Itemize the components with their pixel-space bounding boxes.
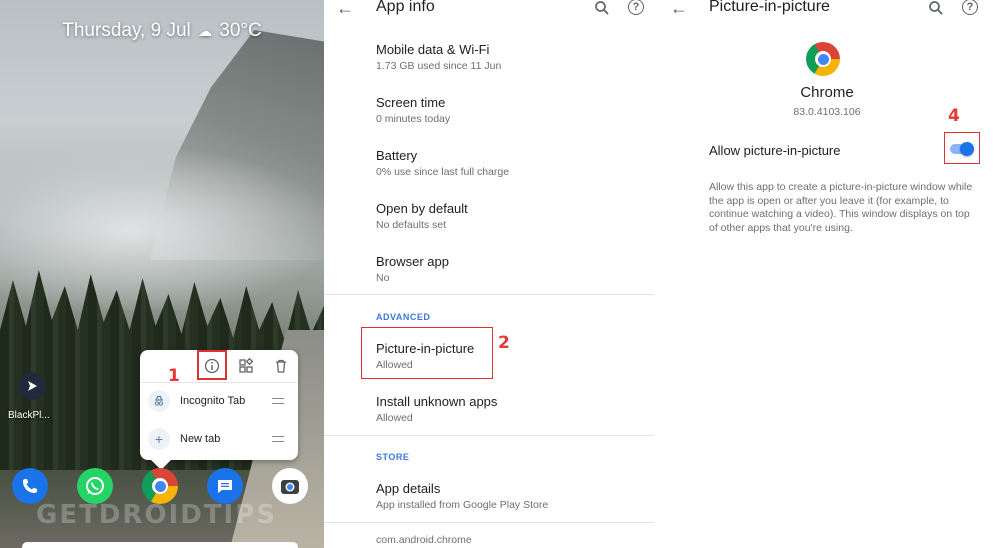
item-title: Battery	[376, 148, 418, 163]
help-icon[interactable]: ?	[628, 0, 644, 15]
search-icon[interactable]	[928, 0, 944, 16]
pip-toolbar: ← Picture-in-picture ?	[654, 0, 1000, 26]
settings-item-app-details[interactable]: App details App installed from Google Pl…	[376, 481, 548, 511]
step-number-2: 2	[498, 333, 510, 353]
item-title: Mobile data & Wi-Fi	[376, 42, 490, 57]
search-bar-edge[interactable]	[22, 542, 298, 548]
item-subtitle: 1.73 GB used since 11 Jun	[376, 60, 502, 72]
watermark: GETDROIDTIPS	[36, 500, 277, 530]
home-screen-panel: Thursday, 9 Jul ☁ 30°C BlackPl... Incogn…	[0, 0, 324, 548]
settings-item-browser-app[interactable]: Browser app No	[376, 254, 449, 284]
item-subtitle: App installed from Google Play Store	[376, 499, 549, 511]
highlight-box-1	[197, 350, 227, 380]
cloud-icon: ☁	[198, 23, 213, 39]
item-title: Open by default	[376, 201, 468, 216]
app-name: Chrome	[800, 84, 854, 101]
section-divider	[324, 294, 654, 295]
section-divider	[324, 435, 654, 436]
popup-toolbar	[140, 350, 298, 382]
item-subtitle: 0 minutes today	[376, 113, 451, 125]
item-title: Browser app	[376, 254, 449, 269]
shortcut-label: Incognito Tab	[180, 395, 246, 407]
app-info-toolbar: ← App info ?	[324, 0, 654, 26]
item-subtitle: Allowed	[376, 412, 413, 424]
settings-item-mobile-data[interactable]: Mobile data & Wi-Fi 1.73 GB used since 1…	[376, 42, 501, 72]
trash-icon[interactable]	[272, 357, 290, 375]
drag-handle-icon[interactable]	[272, 436, 284, 442]
plus-icon: +	[148, 428, 170, 450]
help-icon[interactable]: ?	[962, 0, 978, 15]
app-info-panel: ← App info ? Mobile data & Wi-Fi 1.73 GB…	[324, 0, 654, 548]
item-title: Screen time	[376, 95, 446, 110]
app-shortcut-popup: Incognito Tab + New tab	[140, 350, 298, 470]
app-label: BlackPl...	[8, 410, 50, 421]
play-icon	[18, 372, 46, 400]
wallpaper-mist	[0, 150, 324, 310]
date-weather-widget[interactable]: Thursday, 9 Jul ☁ 30°C	[0, 20, 324, 42]
item-title: Install unknown apps	[376, 394, 498, 409]
widgets-icon[interactable]	[237, 357, 255, 375]
settings-item-screen-time[interactable]: Screen time 0 minutes today	[376, 95, 450, 125]
item-subtitle: No defaults set	[376, 219, 447, 231]
incognito-icon	[148, 390, 170, 412]
pip-description: Allow this app to create a picture-in-pi…	[709, 181, 973, 234]
shortcut-new-tab[interactable]: + New tab	[140, 420, 298, 458]
allow-pip-label: Allow picture-in-picture	[709, 143, 841, 158]
page-title: App info	[376, 0, 435, 15]
chrome-app-icon[interactable]	[142, 468, 178, 504]
blackplayer-app[interactable]: BlackPl...	[8, 372, 54, 421]
allow-pip-toggle[interactable]	[950, 142, 974, 156]
step-number-4: 4	[948, 106, 960, 126]
step-number-1: 1	[168, 366, 180, 386]
date-text: Thursday, 9 Jul	[62, 20, 191, 41]
camera-app-icon[interactable]	[272, 468, 308, 504]
messages-app-icon[interactable]	[207, 468, 243, 504]
settings-item-install-unknown-apps[interactable]: Install unknown apps Allowed	[376, 394, 497, 424]
temperature-text: 30°C	[219, 20, 262, 41]
package-name: com.android.chrome	[376, 534, 472, 546]
section-divider	[324, 522, 654, 523]
item-title: App details	[376, 481, 441, 496]
chrome-logo-icon	[806, 42, 840, 76]
settings-item-battery[interactable]: Battery 0% use since last full charge	[376, 148, 509, 178]
search-icon[interactable]	[594, 0, 610, 16]
highlight-box-2	[361, 327, 493, 379]
back-arrow-icon[interactable]: ←	[336, 0, 354, 19]
section-header-store: STORE	[376, 452, 410, 462]
item-subtitle: 0% use since last full charge	[376, 166, 510, 178]
page-title: Picture-in-picture	[709, 0, 830, 15]
back-arrow-icon[interactable]: ←	[670, 0, 688, 19]
section-header-advanced: ADVANCED	[376, 312, 431, 322]
phone-app-icon[interactable]	[12, 468, 48, 504]
shortcut-incognito-tab[interactable]: Incognito Tab	[140, 382, 298, 420]
picture-in-picture-panel: ← Picture-in-picture ? Chrome 83.0.4103.…	[654, 0, 1000, 548]
settings-item-open-by-default[interactable]: Open by default No defaults set	[376, 201, 468, 231]
drag-handle-icon[interactable]	[272, 398, 284, 404]
shortcut-label: New tab	[180, 433, 221, 445]
item-subtitle: No	[376, 272, 390, 284]
whatsapp-app-icon[interactable]	[77, 468, 113, 504]
package-text: com.android.chrome	[376, 534, 472, 546]
